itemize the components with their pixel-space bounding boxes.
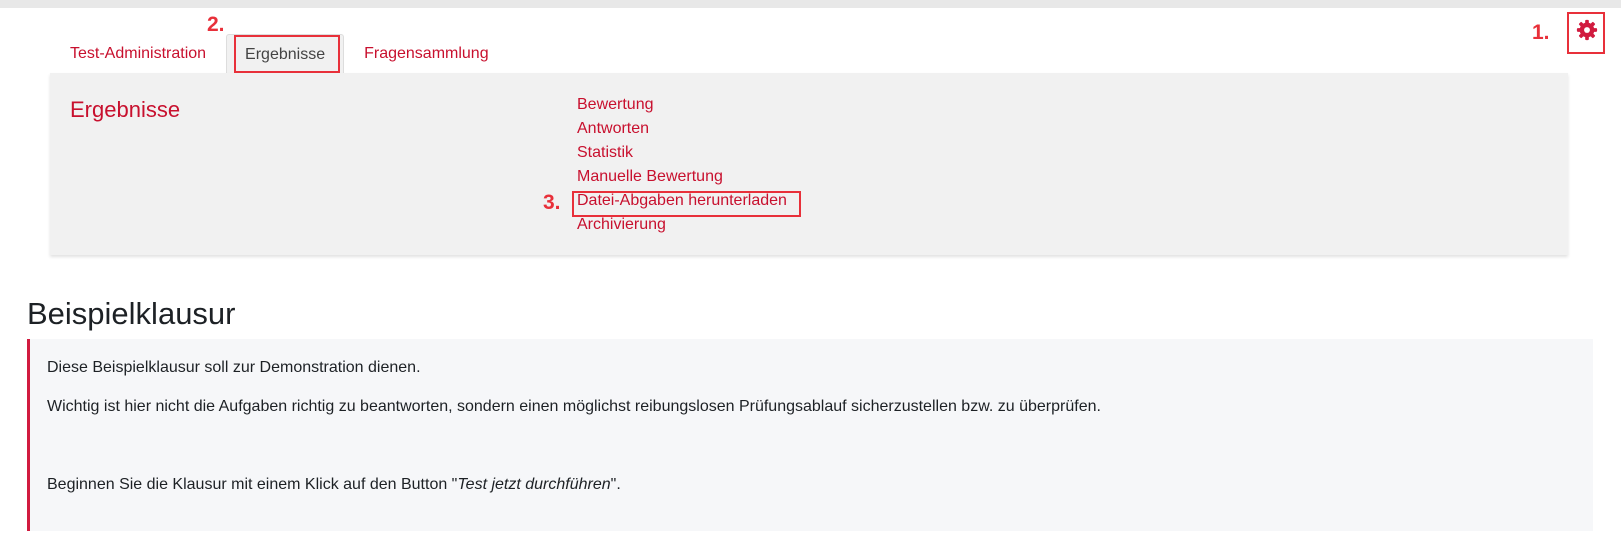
panel-title: Ergebnisse bbox=[70, 97, 181, 122]
tab-fragensammlung[interactable]: Fragensammlung bbox=[346, 34, 507, 73]
link-antworten[interactable]: Antworten bbox=[577, 117, 787, 141]
annotation-step-1: 1. bbox=[1532, 21, 1550, 44]
annotation-box-settings bbox=[1567, 12, 1605, 54]
annotation-box-download bbox=[572, 191, 801, 217]
link-manuelle-bewertung[interactable]: Manuelle Bewertung bbox=[577, 165, 787, 189]
quiz-description: Diese Beispielklausur soll zur Demonstra… bbox=[27, 339, 1593, 531]
description-note: Wichtig ist hier nicht die Aufgaben rich… bbox=[47, 398, 1101, 415]
tab-test-administration[interactable]: Test-Administration bbox=[52, 34, 224, 73]
page-title: Beispielklausur bbox=[27, 296, 236, 331]
top-strip bbox=[0, 0, 1621, 8]
instruction-button-name: Test jetzt durchführen bbox=[457, 476, 611, 493]
annotation-step-2: 2. bbox=[207, 13, 225, 36]
link-bewertung[interactable]: Bewertung bbox=[577, 93, 787, 117]
results-panel: Ergebnisse Bewertung Antworten Statistik… bbox=[50, 73, 1568, 255]
instruction-prefix: Beginnen Sie die Klausur mit einem Klick… bbox=[47, 476, 458, 493]
annotation-box-tab bbox=[234, 35, 340, 73]
description-instruction: Beginnen Sie die Klausur mit einem Klick… bbox=[47, 475, 1576, 495]
instruction-suffix: ". bbox=[610, 476, 621, 493]
link-statistik[interactable]: Statistik bbox=[577, 141, 787, 165]
annotation-step-3: 3. bbox=[543, 191, 561, 214]
description-intro: Diese Beispielklausur soll zur Demonstra… bbox=[47, 359, 421, 376]
